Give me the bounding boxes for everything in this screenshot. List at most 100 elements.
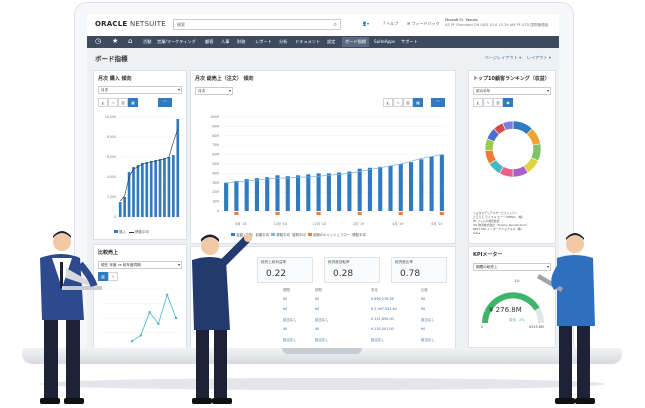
nav-item-setup[interactable]: 設定 (327, 39, 335, 45)
cashflow-bar (439, 212, 444, 215)
table-cell[interactable]: ¥ 130,001.00 (371, 327, 394, 331)
column-chart-icon[interactable]: ▥ (493, 98, 503, 107)
page-layout-links[interactable]: ページレイアウト ▾ レイアウト ▾ (484, 55, 551, 61)
contacts-icon[interactable]: 👤▾ (362, 21, 369, 26)
recent-icon[interactable]: ◷ (95, 37, 101, 45)
layout-link[interactable]: レイアウト ▾ (527, 55, 551, 60)
area-chart-icon[interactable]: ◭ (98, 98, 108, 107)
column-chart-icon[interactable]: ▥ (118, 98, 128, 107)
table-cell[interactable]: ¥0 (315, 327, 319, 331)
line-chart-icon[interactable]: ∿ (108, 272, 118, 281)
y-tick-label: 90M (212, 124, 219, 128)
table-cell[interactable]: ¥0 (283, 327, 287, 331)
kpi-value: 0.78 (400, 269, 421, 279)
table-cell[interactable]: 該当なし (283, 337, 297, 342)
table-cell[interactable]: ¥ 131,890.00 (371, 317, 394, 321)
y-tick-label: 2,000 (107, 195, 116, 199)
table-cell[interactable]: 該当なし (315, 317, 329, 322)
table-cell[interactable]: ¥ 696,276.58 (371, 297, 394, 301)
sales-bar (326, 173, 331, 211)
bar-chart-icon[interactable]: ▦ (413, 98, 423, 107)
kpi-card[interactable]: 総売上総利益率 0.22 (257, 257, 313, 283)
table-cell[interactable]: 該当なし (421, 317, 435, 322)
trend-line-icon[interactable]: ⌒ (158, 98, 172, 107)
nav-item-sales-marketing[interactable]: 営業/マーケティング (157, 39, 196, 45)
global-search-input[interactable]: 検索 ⌕ (173, 19, 341, 30)
period-select[interactable]: 月次 ▾ (98, 86, 182, 94)
y-tick-label: 70M (212, 143, 219, 147)
x-tick-label: 2月 '19 (353, 222, 364, 226)
column-chart-icon[interactable]: ▥ (403, 98, 413, 107)
purchase-bar (118, 202, 122, 217)
comparison-chart (102, 288, 180, 348)
user-menu[interactable]: Mrosoft F.I. Yasuko AS PF Standard OH US… (445, 18, 548, 28)
sales-bar (347, 171, 352, 211)
nav-item-activities[interactable]: 活動 (143, 39, 151, 45)
table-cell[interactable]: 該当なし (421, 337, 435, 342)
search-icon[interactable]: ⌕ (334, 20, 337, 30)
kpi-card[interactable]: 総資産回転率 0.28 (324, 257, 380, 283)
area-chart-icon[interactable]: ◭ (383, 98, 393, 107)
feedback-link[interactable]: ✉ フィードバック (407, 21, 440, 27)
sales-bar (367, 167, 373, 211)
app-logo[interactable]: ORACLE NETSUITE (95, 20, 166, 28)
purchase-bar (145, 162, 149, 217)
y-tick-label: 60M (212, 153, 219, 157)
nav-item-documents[interactable]: ドキュメント (295, 39, 320, 45)
period-select[interactable]: 前の半年 ▾ (473, 87, 551, 95)
nav-item-analytics[interactable]: 分析 (279, 39, 287, 45)
purchase-chart: 10,000 8,000 6,000 4,000 2,000 0 (105, 115, 180, 219)
purchase-bar (158, 159, 162, 217)
kpi-value: 0.28 (333, 269, 354, 279)
nav-item-reports[interactable]: レポート (255, 39, 272, 45)
donut-chart-icon[interactable]: ◉ (503, 98, 513, 107)
table-cell[interactable]: 該当なし (283, 317, 297, 322)
x-tick-label: 10月 '18 (274, 222, 287, 226)
table-cell[interactable]: 該当なし (371, 337, 385, 342)
page-layout-link[interactable]: ページレイアウト ▾ (484, 55, 521, 60)
table-cell[interactable]: ¥0 (421, 297, 425, 301)
table-cell[interactable]: 該当なし (315, 337, 329, 342)
y-tick-label: 4,000 (107, 175, 116, 179)
nav-item-board-metrics[interactable]: ボード指標 (342, 37, 369, 47)
line-chart-icon[interactable]: ∿ (483, 98, 493, 107)
purchase-bar (176, 119, 180, 217)
bar-chart-icon[interactable]: ▦ (128, 98, 138, 107)
page-title: ボード指標 (95, 55, 128, 63)
nav-item-customers[interactable]: 顧客 (205, 39, 213, 45)
nav-item-suiteapps[interactable]: SuiteApps (374, 39, 395, 44)
table-cell[interactable]: ¥0 (283, 297, 287, 301)
table-cell[interactable]: ¥0 (421, 307, 425, 311)
kpi-card[interactable]: 総資産比率 0.78 (391, 257, 447, 283)
help-link[interactable]: ? ヘルプ (383, 21, 398, 27)
nav-item-finance[interactable]: 財務 (237, 39, 245, 45)
period-select[interactable]: 月次 ▾ (195, 87, 233, 95)
cashflow-bar (275, 212, 280, 215)
table-cell[interactable]: ¥0 (421, 327, 425, 331)
sales-bar (398, 164, 403, 211)
nav-item-support[interactable]: サポート (401, 39, 418, 45)
portlet-title: 月次 総売上（注文） 傾向 (195, 76, 254, 82)
sales-bar (408, 162, 414, 211)
comparison-point (148, 311, 151, 314)
line-chart-icon[interactable]: ∿ (393, 98, 403, 107)
area-chart-icon[interactable]: ◭ (473, 98, 483, 107)
sales-bar (285, 176, 290, 211)
home-icon[interactable]: ⌂ (128, 37, 132, 45)
table-cell[interactable]: ¥ 2,397,542.62 (371, 307, 397, 311)
sales-bar (357, 168, 362, 211)
table-cell[interactable]: ¥0 (315, 307, 319, 311)
cashflow-bar (234, 212, 239, 215)
star-icon[interactable]: ★ (112, 37, 118, 45)
sales-bar (254, 178, 260, 211)
nav-item-hr[interactable]: 人事 (221, 39, 229, 45)
sales-bar (295, 175, 301, 211)
comparison-select[interactable]: 現在 年度 vs 前年度同期 ▾ (98, 261, 182, 269)
trend-line-icon[interactable]: ⌒ (431, 98, 445, 107)
table-cell[interactable]: ¥0 (315, 297, 319, 301)
y-tick-label: 6,000 (107, 155, 116, 159)
sales-bar (316, 173, 321, 211)
table-cell[interactable]: ¥0 (283, 307, 287, 311)
person-with-tablet-illustration (537, 233, 595, 404)
line-chart-icon[interactable]: ∿ (108, 98, 118, 107)
